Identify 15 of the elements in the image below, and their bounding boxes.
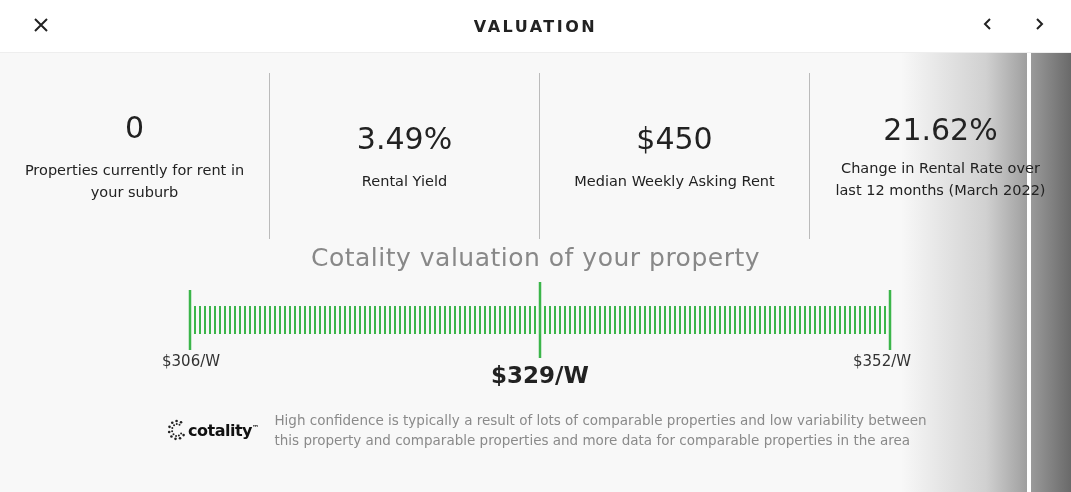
- dialog-title: VALUATION: [473, 16, 598, 36]
- stat-label: Properties currently for rent in your suburb: [24, 160, 245, 202]
- brand-logo-text: cotality$^{™}$: [188, 420, 259, 440]
- low-estimate: $306/W: [162, 352, 221, 370]
- confidence-note: High confidence is typically a result of lots of comparable properties and low variability between this property and comparable properties and more data for comparable properties in the area: [274, 411, 928, 450]
- stat-value: 0: [124, 109, 145, 145]
- stat-value: $450: [636, 120, 713, 156]
- high-estimate: $352/W: [853, 352, 912, 370]
- stat-value: 3.49%: [356, 120, 453, 156]
- valuation-estimate: $329/W: [490, 362, 590, 388]
- stat-label: Median Weekly Asking Rent: [574, 171, 775, 191]
- dotted-circle-icon: [166, 419, 186, 441]
- stat-label: Rental Yield: [361, 171, 448, 191]
- valuation-title: Cotality valuation of your property: [309, 243, 762, 272]
- stat-value: 21.62%: [883, 111, 998, 147]
